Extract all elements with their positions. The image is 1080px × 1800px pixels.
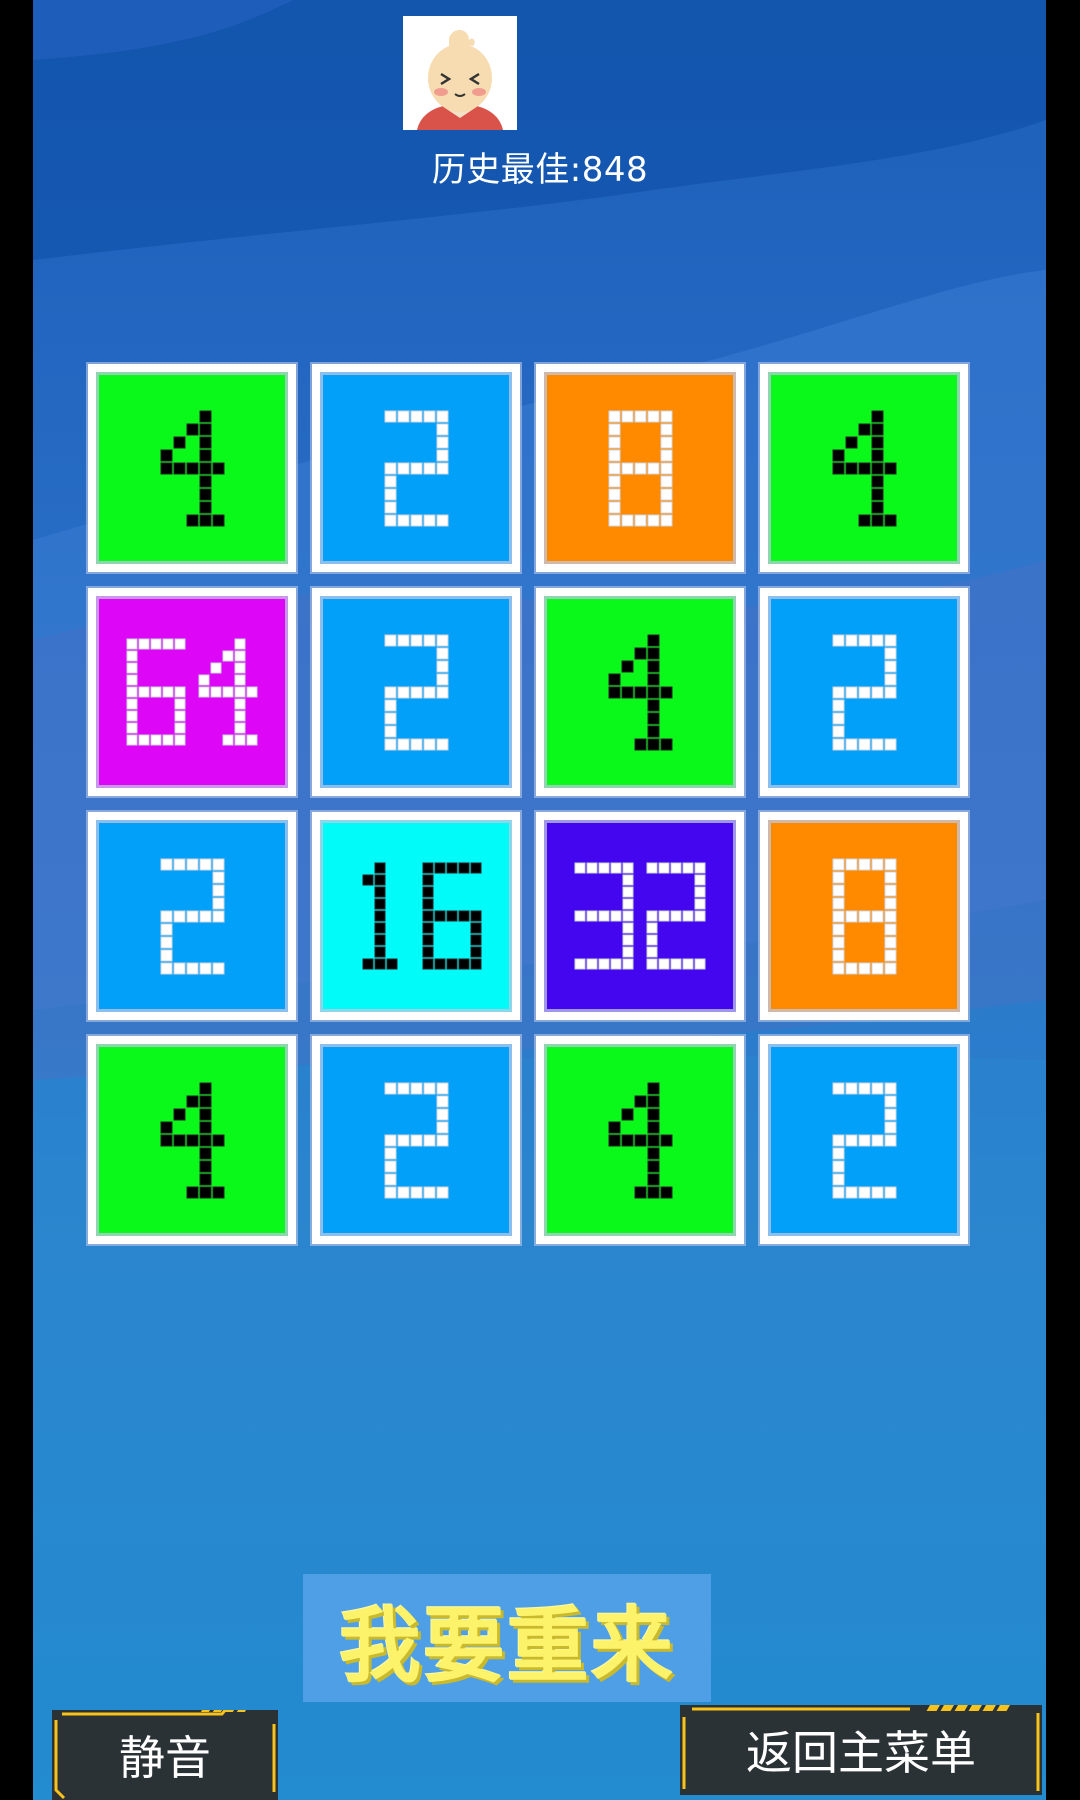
tile-4: [760, 364, 968, 572]
tile-4: [88, 1036, 296, 1244]
tile-2: [312, 588, 520, 796]
tile-2: [760, 588, 968, 796]
tile-4: [88, 364, 296, 572]
tile-number-glyph: [384, 410, 448, 526]
tile-number-glyph: [126, 638, 258, 746]
tile-number-glyph: [832, 410, 896, 526]
tile-8: [536, 364, 744, 572]
tile-number-glyph: [832, 858, 896, 974]
main-menu-button-label: 返回主菜单: [746, 1726, 976, 1780]
avatar: [403, 16, 517, 130]
tile-2: [760, 1036, 968, 1244]
tile-64: [88, 588, 296, 796]
restart-button[interactable]: 我要重来: [303, 1574, 711, 1702]
best-score-label: 历史最佳:848: [431, 150, 649, 190]
tile-number-glyph: [384, 1082, 448, 1198]
cartoon-boy-avatar-icon: [403, 16, 517, 130]
tile-number-glyph: [160, 858, 224, 974]
tile-number-glyph: [574, 862, 706, 970]
mute-button[interactable]: 静音: [52, 1710, 278, 1800]
tile-number-glyph: [608, 410, 672, 526]
restart-button-label: 我要重来: [338, 1598, 675, 1694]
tile-32: [536, 812, 744, 1020]
game-board[interactable]: [88, 364, 988, 1260]
tile-number-glyph: [608, 634, 672, 750]
tile-number-glyph: [832, 1082, 896, 1198]
game-screen: 历史最佳:848 我要重来 静音 返回主菜单: [0, 0, 1080, 1800]
tile-2: [88, 812, 296, 1020]
tile-2: [312, 364, 520, 572]
tile-number-glyph: [160, 1082, 224, 1198]
tile-4: [536, 588, 744, 796]
tile-8: [760, 812, 968, 1020]
tile-16: [312, 812, 520, 1020]
tile-4: [536, 1036, 744, 1244]
tile-number-glyph: [608, 1082, 672, 1198]
tile-number-glyph: [832, 634, 896, 750]
tile-number-glyph: [362, 862, 482, 970]
tile-2: [312, 1036, 520, 1244]
tile-number-glyph: [160, 410, 224, 526]
tile-number-glyph: [384, 634, 448, 750]
mute-button-label: 静音: [119, 1731, 211, 1785]
main-menu-button[interactable]: 返回主菜单: [680, 1705, 1042, 1795]
